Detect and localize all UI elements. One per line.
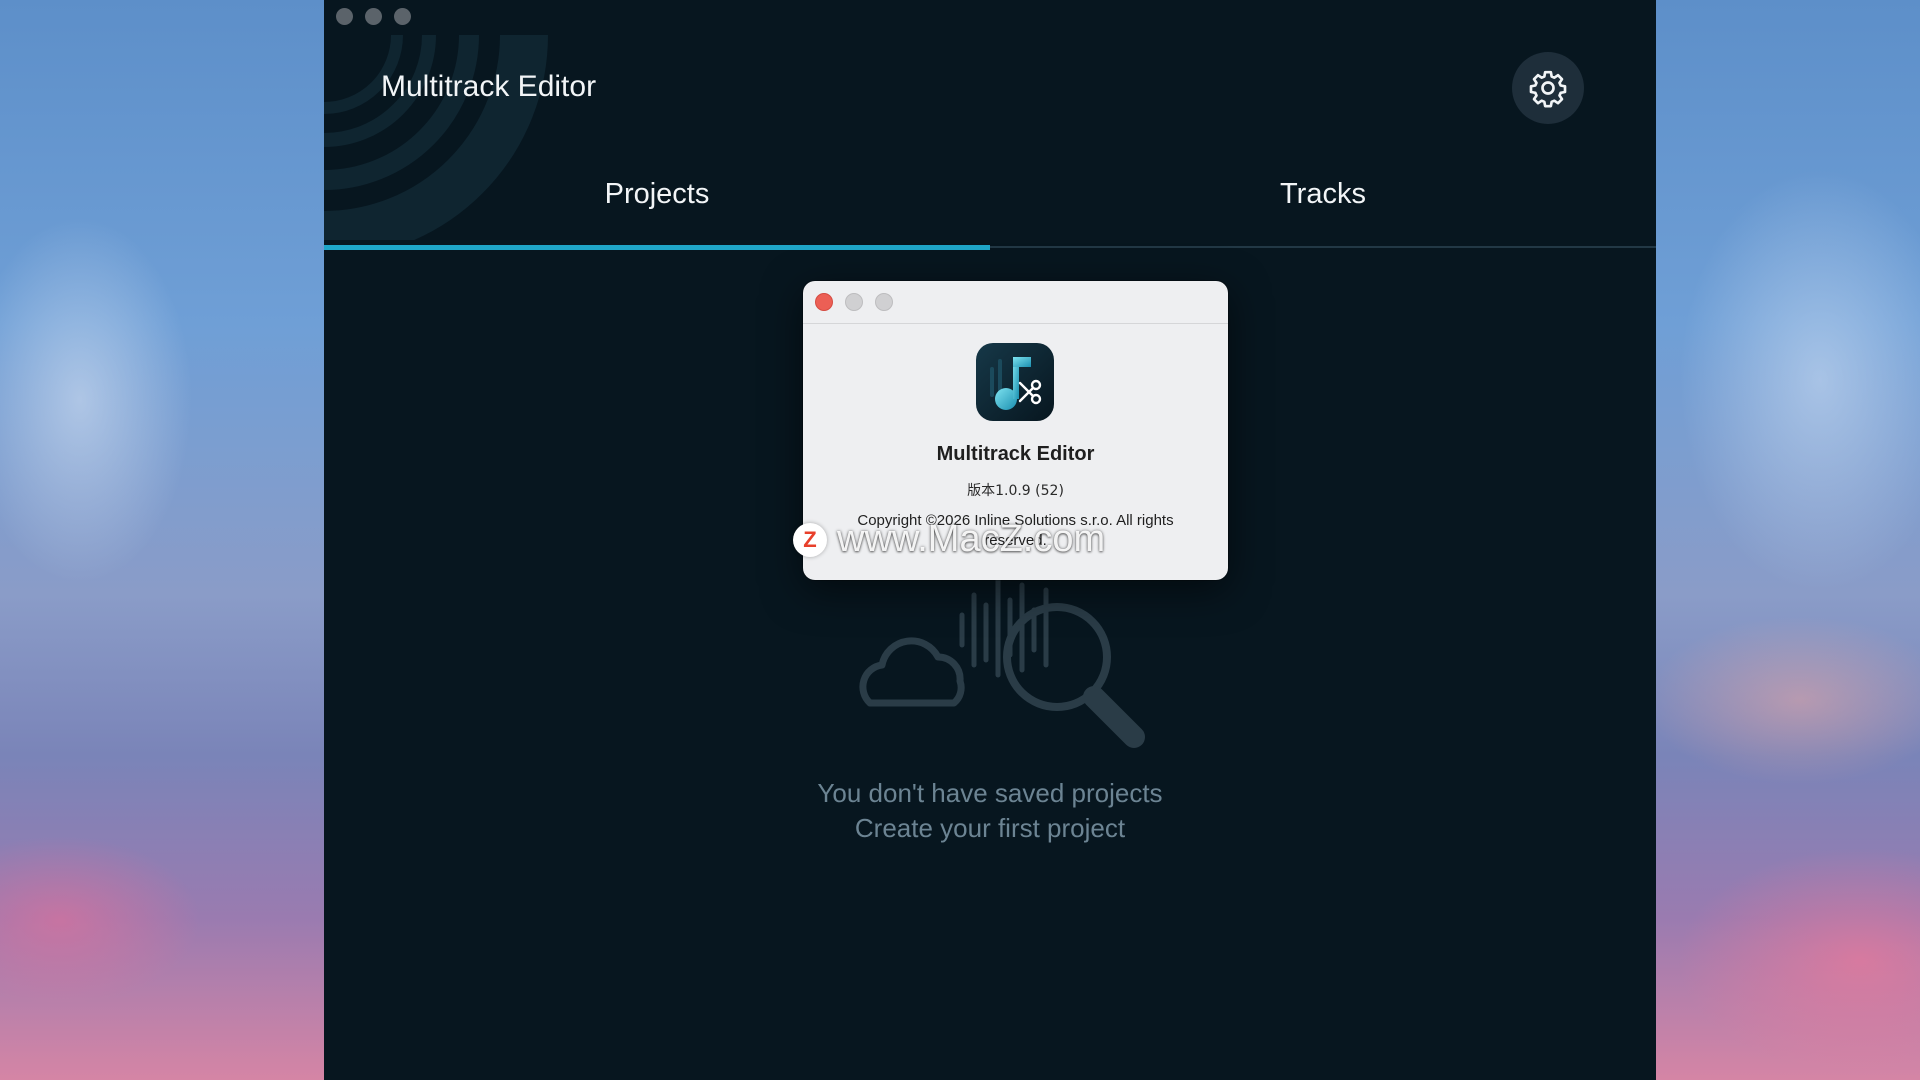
about-close-button[interactable] [815, 293, 833, 311]
about-app-name: Multitrack Editor [936, 443, 1095, 465]
tab-bar: Projects Tracks [324, 160, 1656, 248]
active-tab-indicator [324, 245, 990, 250]
window-controls [336, 8, 411, 25]
empty-state-message: You don't have saved projects [817, 778, 1163, 808]
close-window-button[interactable] [336, 8, 353, 25]
tab-tracks[interactable]: Tracks [990, 160, 1656, 248]
empty-state-hint: Create your first project [854, 813, 1126, 843]
app-title: Multitrack Editor [381, 70, 597, 103]
about-minimize-button[interactable] [845, 293, 863, 311]
zoom-window-button[interactable] [394, 8, 411, 25]
app-icon [976, 343, 1054, 421]
about-zoom-button[interactable] [875, 293, 893, 311]
tab-projects[interactable]: Projects [324, 160, 990, 248]
settings-button[interactable] [1512, 52, 1584, 124]
about-version: 版本1.0.9 (52) [967, 483, 1064, 499]
about-titlebar [803, 281, 1228, 324]
minimize-window-button[interactable] [365, 8, 382, 25]
cloud-search-icon [859, 577, 1145, 748]
about-window-controls [815, 293, 893, 311]
about-dialog: Multitrack Editor 版本1.0.9 (52) Copyright… [803, 281, 1228, 580]
gear-icon [1529, 70, 1567, 108]
about-copyright: Copyright ©2026 Inline Solutions s.r.o. … [857, 512, 1174, 549]
